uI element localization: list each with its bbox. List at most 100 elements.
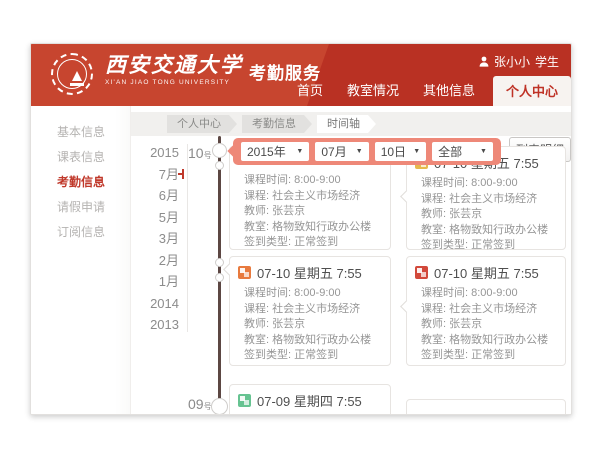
field-label: 课程时间 [244,174,294,186]
sidebar-item-leave-request[interactable]: 请假申请 [31,195,130,220]
nav-item-other-info[interactable]: 其他信息 [411,80,487,106]
field-value: 正常签到 [294,349,338,361]
logo-inner-ring [57,59,87,89]
card-date: 07-09 星期四 7:55 [257,391,362,410]
field-label: 教室 [421,224,449,236]
main-nav: 首页 教室情况 其他信息 个人中心 [285,76,571,106]
period-divider-line [187,144,188,332]
period-2015[interactable]: 2015 [127,142,179,164]
field-label: 教师 [244,205,272,217]
type-select[interactable]: 全部 ▼ [432,142,493,161]
field-value: 正常签到 [471,239,515,251]
field-label: 课程 [421,303,449,315]
card-date: 07-10 星期五 7:55 [257,263,362,282]
field-value: 格物致知行政办公楼 [272,334,371,346]
logo-emblem [72,71,82,81]
day-select[interactable]: 10日 ▼ [375,142,426,161]
field-label: 课程 [244,303,272,315]
field-label: 课程 [244,190,272,202]
field-value: 8:00-9:00 [294,174,340,186]
status-icon [238,266,251,279]
university-name-en: XI'AN JIAO TONG UNIVERSITY [105,79,243,86]
breadcrumb-personal-center[interactable]: 个人中心 [167,115,237,133]
field-value: 张芸京 [449,318,482,330]
field-value: 格物致知行政办公楼 [272,221,371,233]
period-march[interactable]: 3月 [127,228,179,250]
field-label: 课程时间 [421,177,471,189]
field-value: 张芸京 [272,318,305,330]
status-icon [238,394,251,407]
user-icon [479,56,489,67]
field-label: 课程时间 [244,287,294,299]
page: 西安交通大学 XI'AN JIAO TONG UNIVERSITY 考勤服务 张… [0,0,600,450]
sidebar-item-schedule-info[interactable]: 课表信息 [31,145,130,170]
field-label: 教室 [244,221,272,233]
university-title-block: 西安交通大学 XI'AN JIAO TONG UNIVERSITY [105,52,243,86]
month-select[interactable]: 07月 ▼ [315,142,368,161]
university-logo-icon [51,53,93,95]
field-value: 正常签到 [294,236,338,248]
nav-tab-personal-center[interactable]: 个人中心 [493,76,571,106]
chevron-down-icon: ▼ [413,148,420,155]
chevron-down-icon: ▼ [356,148,363,155]
field-value: 张芸京 [449,208,482,220]
university-name-cn: 西安交通大学 [105,52,243,78]
field-value: 社会主义市场经济 [449,303,537,315]
sidebar: 基本信息 课表信息 考勤信息 请假申请 订阅信息 [31,106,131,414]
timeline-node [215,273,224,282]
timeline-node [215,258,224,267]
field-value: 8:00-9:00 [294,287,340,299]
chevron-down-icon: ▼ [480,148,487,155]
period-january[interactable]: 1月 [127,271,179,293]
field-label: 教室 [244,334,272,346]
user-info[interactable]: 张小小 学生 [479,53,559,70]
field-label: 教师 [244,318,272,330]
attendance-card[interactable]: 07-10 星期五 7:55 课程时间8:00-9:00 课程社会主义市场经济 … [229,256,391,366]
breadcrumb: 个人中心 考勤信息 时间轴 [131,112,571,136]
day-marker-10: 10号 [188,145,212,161]
field-value: 张芸京 [272,205,305,217]
nav-item-classrooms[interactable]: 教室情况 [335,80,411,106]
field-value: 格物致知行政办公楼 [449,334,548,346]
breadcrumb-attendance-info[interactable]: 考勤信息 [242,115,312,133]
attendance-card[interactable]: 07-10 星期五 7:55 课程时间8:00-9:00 课程社会主义市场经济 … [406,256,566,366]
status-icon [415,266,428,279]
period-february[interactable]: 2月 [127,250,179,272]
attendance-card[interactable] [406,399,566,415]
field-label: 课程时间 [421,287,471,299]
timeline-period-list: 2015 7月 6月 5月 3月 2月 1月 2014 2013 [127,142,179,336]
field-value: 正常签到 [471,349,515,361]
period-2013[interactable]: 2013 [127,314,179,336]
field-value: 8:00-9:00 [471,177,517,189]
field-value: 格物致知行政办公楼 [449,224,548,236]
timeline-node [215,161,224,170]
sidebar-item-subscription-info[interactable]: 订阅信息 [31,220,130,245]
app-window: 西安交通大学 XI'AN JIAO TONG UNIVERSITY 考勤服务 张… [30,43,572,415]
field-label: 教师 [421,318,449,330]
card-date: 07-10 星期五 7:55 [434,263,539,282]
year-select[interactable]: 2015年 ▼ [241,142,309,161]
period-july[interactable]: 7月 [127,164,179,186]
field-label: 教师 [421,208,449,220]
period-2014[interactable]: 2014 [127,293,179,315]
field-label: 签到类型 [421,349,471,361]
field-value: 社会主义市场经济 [449,193,537,205]
chevron-down-icon: ▼ [296,148,303,155]
period-may[interactable]: 5月 [127,207,179,229]
field-label: 签到类型 [244,236,294,248]
content-area: 基本信息 课表信息 考勤信息 请假申请 订阅信息 个人中心 考勤信息 时间轴 2… [31,106,571,414]
breadcrumb-timeline[interactable]: 时间轴 [317,115,376,133]
timeline-node [211,398,228,415]
field-value: 社会主义市场经济 [272,303,360,315]
attendance-card[interactable]: 07-09 星期四 7:55 [229,384,391,415]
date-filter-bar: 2015年 ▼ 07月 ▼ 10日 ▼ 全部 ▼ [233,138,501,165]
period-june[interactable]: 6月 [127,185,179,207]
field-label: 课程 [421,193,449,205]
nav-item-home[interactable]: 首页 [285,80,335,106]
day-marker-09: 09号 [188,396,212,412]
field-label: 签到类型 [244,349,294,361]
sidebar-item-attendance-info[interactable]: 考勤信息 [31,170,130,195]
sidebar-item-basic-info[interactable]: 基本信息 [31,120,130,145]
logo-emblem-base [70,83,84,86]
current-period-marker [182,169,184,179]
